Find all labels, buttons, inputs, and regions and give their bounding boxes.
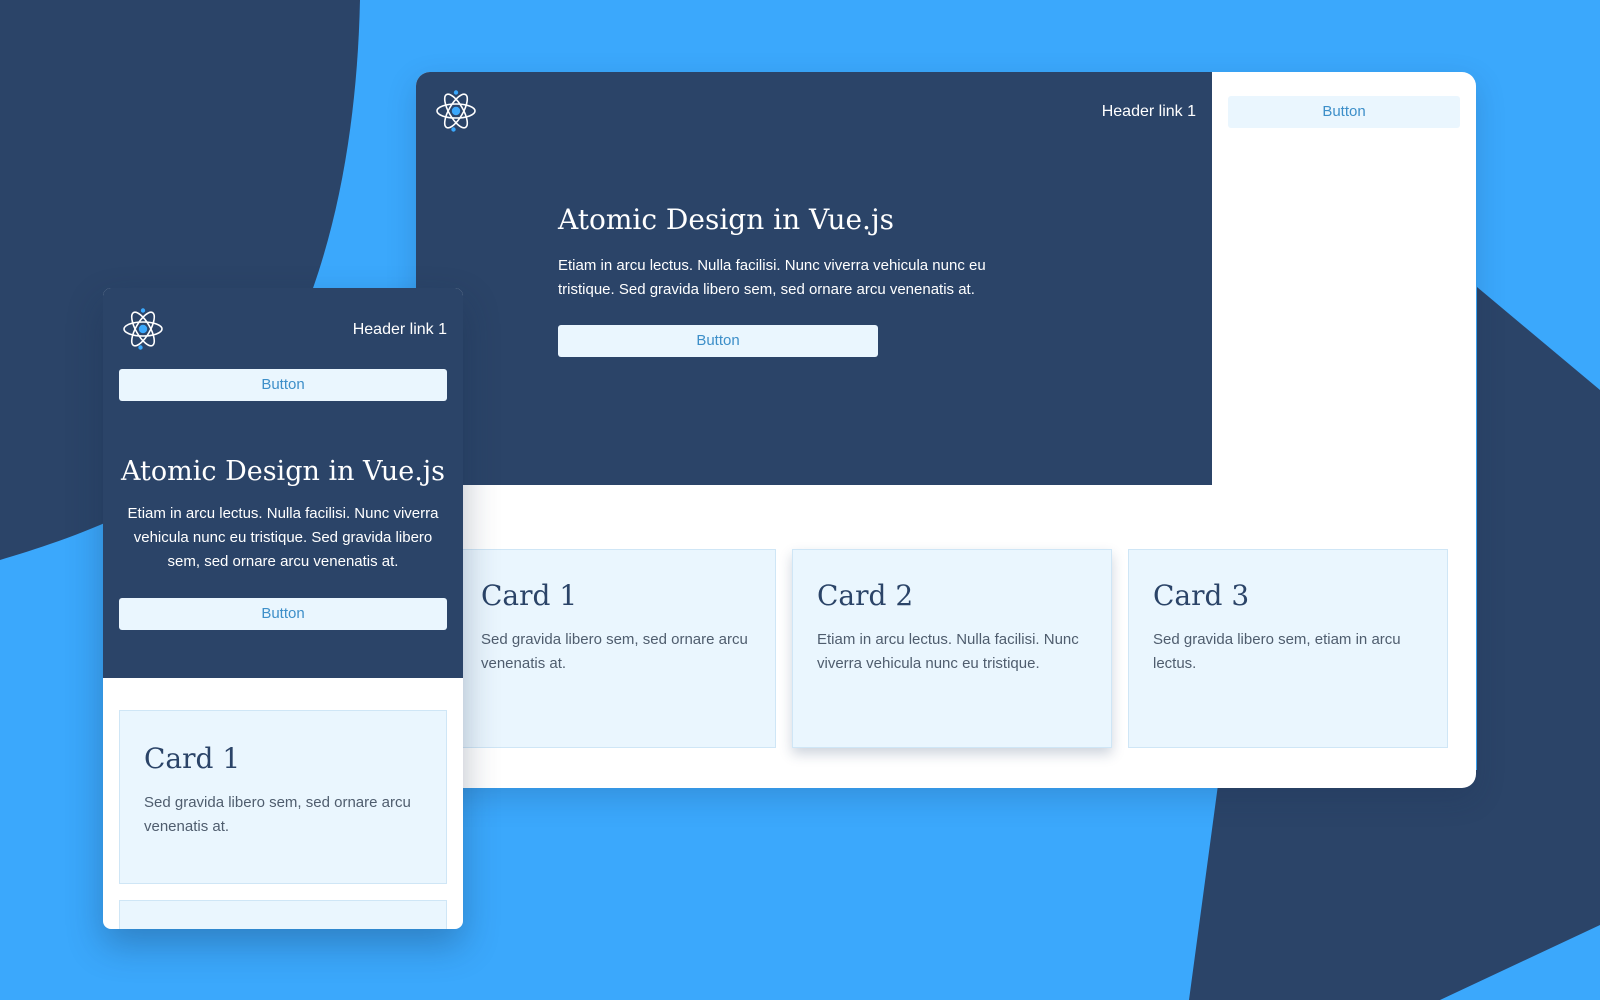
header-link-1[interactable]: Header link 1 xyxy=(1102,102,1196,122)
card-2[interactable]: Card 2 Etiam in arcu lectus. Nulla facil… xyxy=(792,549,1112,748)
desktop-preview-window: Header link 1 Atomic Design in Vue.js Et… xyxy=(416,72,1476,788)
hero-text: Etiam in arcu lectus. Nulla facilisi. Nu… xyxy=(127,505,439,570)
card-1[interactable]: Card 1 Sed gravida libero sem, sed ornar… xyxy=(119,710,447,884)
mobile-hero-section: Header link 1 Button Atomic Design in Vu… xyxy=(103,288,463,678)
hero-button[interactable]: Button xyxy=(119,598,447,630)
hero-text: Etiam in arcu lectus. Nulla facilisi. Nu… xyxy=(558,257,986,298)
header-link-1[interactable]: Header link 1 xyxy=(353,320,447,340)
card-title: Card 3 xyxy=(1153,579,1250,612)
card-title: Card 1 xyxy=(481,579,578,612)
card-text: Sed gravida libero sem, sed ornare arcu … xyxy=(144,794,411,835)
card-text: Etiam in arcu lectus. Nulla facilisi. Nu… xyxy=(817,631,1079,672)
mobile-preview-window: Header link 1 Button Atomic Design in Vu… xyxy=(103,288,463,929)
card-title: Card 2 xyxy=(817,579,914,612)
card-1[interactable]: Card 1 Sed gravida libero sem, sed ornar… xyxy=(456,549,776,748)
header-button[interactable]: Button xyxy=(119,369,447,401)
hero-title: Atomic Design in Vue.js xyxy=(558,203,894,236)
atom-icon[interactable] xyxy=(121,307,165,351)
hero-title: Atomic Design in Vue.js xyxy=(121,456,445,487)
card-title: Card 1 xyxy=(144,742,241,775)
hero-button[interactable]: Button xyxy=(558,325,878,357)
card-2-partial[interactable] xyxy=(119,900,447,929)
desktop-hero-section: Header link 1 Atomic Design in Vue.js Et… xyxy=(416,72,1212,485)
card-text: Sed gravida libero sem, etiam in arcu le… xyxy=(1153,631,1401,672)
card-text: Sed gravida libero sem, sed ornare arcu … xyxy=(481,631,748,672)
card-3[interactable]: Card 3 Sed gravida libero sem, etiam in … xyxy=(1128,549,1448,748)
atom-icon[interactable] xyxy=(434,89,478,133)
header-button[interactable]: Button xyxy=(1228,96,1460,128)
